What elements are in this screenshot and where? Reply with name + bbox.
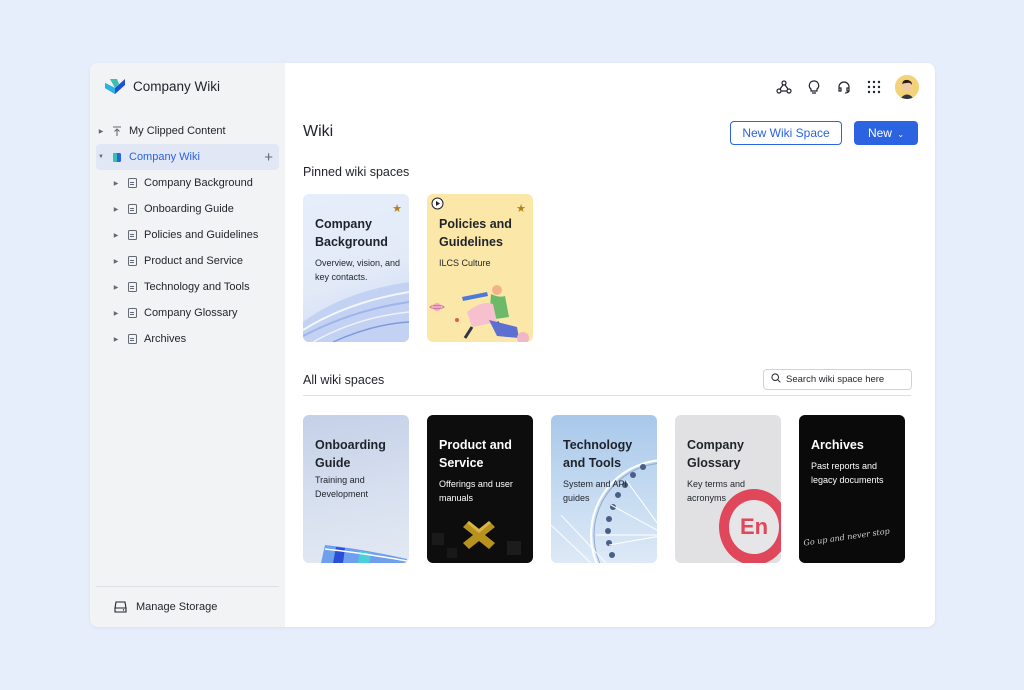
sidebar-item-product-service[interactable]: ▶ Product and Service xyxy=(90,248,285,274)
search-input[interactable] xyxy=(786,374,906,385)
user-avatar[interactable] xyxy=(895,75,919,99)
headset-icon[interactable] xyxy=(835,78,853,96)
sidebar-item-label: Technology and Tools xyxy=(144,281,250,293)
sidebar-item-company-glossary[interactable]: ▶ Company Glossary xyxy=(90,300,285,326)
page-title: Wiki xyxy=(303,123,334,140)
document-icon xyxy=(126,307,138,319)
pinned-section-title: Pinned wiki spaces xyxy=(303,165,410,179)
lightbulb-icon[interactable] xyxy=(805,78,823,96)
sidebar-item-clipped[interactable]: ▶ My Clipped Content xyxy=(90,118,285,144)
manage-storage-label: Manage Storage xyxy=(136,601,218,613)
manage-storage-button[interactable]: Manage Storage xyxy=(96,586,279,627)
caret-right-icon[interactable]: ▶ xyxy=(112,180,120,187)
card-description: ILCS Culture xyxy=(439,258,491,268)
document-icon xyxy=(126,333,138,345)
card-description: Overview, vision, and key contacts. xyxy=(315,258,401,282)
card-description: System and API guides xyxy=(563,479,628,503)
card-title: Technology and Tools xyxy=(563,438,633,470)
explorers-illustration xyxy=(429,285,529,342)
caret-down-icon[interactable]: ▼ xyxy=(97,154,105,160)
sidebar-item-label: My Clipped Content xyxy=(129,125,226,137)
add-page-icon[interactable]: + xyxy=(264,149,273,166)
wiki-space-icon xyxy=(111,151,123,163)
sidebar-item-company-wiki[interactable]: ▼ Company Wiki + xyxy=(96,144,279,170)
sidebar-item-label: Policies and Guidelines xyxy=(144,229,259,241)
chalk-tagline: Go up and never stop xyxy=(802,526,891,548)
compass-icon xyxy=(431,197,444,215)
sidebar-item-label: Onboarding Guide xyxy=(144,203,234,215)
space-card-company-glossary[interactable]: Company Glossary Key terms and acronyms … xyxy=(675,415,781,563)
caret-right-icon[interactable]: ▶ xyxy=(112,206,120,213)
sidebar-item-archives[interactable]: ▶ Archives xyxy=(90,326,285,352)
caret-right-icon[interactable]: ▶ xyxy=(112,336,120,343)
wiki-logo-icon xyxy=(104,76,126,96)
card-description: Training and Development xyxy=(315,475,369,499)
new-button[interactable]: New ⌄ xyxy=(854,121,918,145)
brand[interactable]: Company Wiki xyxy=(90,63,285,109)
caret-right-icon[interactable]: ▶ xyxy=(97,128,105,135)
all-spaces-section-title: All wiki spaces xyxy=(303,373,385,387)
search-wiki-space[interactable] xyxy=(763,369,912,390)
section-divider xyxy=(303,395,911,396)
pin-icon xyxy=(111,125,123,137)
sidebar-item-label: Product and Service xyxy=(144,255,244,267)
pinned-card-company-background[interactable]: ★ Company Background Overview, vision, a… xyxy=(303,194,409,342)
card-title: Product and Service xyxy=(439,438,512,470)
en-badge-text: En xyxy=(739,514,769,539)
card-title: Archives xyxy=(811,438,864,452)
document-icon xyxy=(126,255,138,267)
sidebar-item-label: Company Wiki xyxy=(129,151,200,163)
card-description: Past reports and legacy documents xyxy=(811,461,884,485)
card-description: Offerings and user manuals xyxy=(439,479,513,503)
star-icon[interactable]: ★ xyxy=(516,202,526,215)
caret-right-icon[interactable]: ▶ xyxy=(112,258,120,265)
sidebar-item-label: Company Background xyxy=(144,177,253,189)
glass-tube-illustration xyxy=(321,545,408,563)
apps-grid-icon[interactable] xyxy=(865,78,883,96)
chevron-down-icon: ⌄ xyxy=(897,130,905,139)
caret-right-icon[interactable]: ▶ xyxy=(112,310,120,317)
network-icon[interactable] xyxy=(775,78,793,96)
sidebar-item-company-background[interactable]: ▶ Company Background xyxy=(90,170,285,196)
caret-right-icon[interactable]: ▶ xyxy=(112,232,120,239)
document-icon xyxy=(126,281,138,293)
sidebar: Company Wiki ▶ My Clipped Content ▼ Comp… xyxy=(90,63,285,627)
space-card-onboarding[interactable]: Onboarding Guide Training and Developmen… xyxy=(303,415,409,563)
card-title: Company Glossary xyxy=(687,438,744,470)
document-icon xyxy=(126,177,138,189)
search-icon xyxy=(771,373,781,386)
space-card-product-service[interactable]: Product and Service Offerings and user m… xyxy=(427,415,533,563)
card-title: Onboarding Guide xyxy=(315,438,386,470)
sidebar-tree: ▶ My Clipped Content ▼ Company Wiki + ▶ … xyxy=(90,118,285,352)
app-title: Company Wiki xyxy=(133,78,221,94)
space-card-technology-tools[interactable]: Technology and Tools System and API guid… xyxy=(551,415,657,563)
topbar xyxy=(775,75,919,99)
space-card-archives[interactable]: Archives Past reports and legacy documen… xyxy=(799,415,905,563)
en-speech-badge-icon: En xyxy=(719,489,781,563)
document-icon xyxy=(126,229,138,241)
document-icon xyxy=(126,203,138,215)
app-window: Company Wiki ▶ My Clipped Content ▼ Comp… xyxy=(90,63,935,627)
sidebar-item-label: Archives xyxy=(144,333,187,345)
sidebar-item-technology-tools[interactable]: ▶ Technology and Tools xyxy=(90,274,285,300)
storage-icon xyxy=(114,601,127,613)
new-button-label: New xyxy=(867,126,892,140)
card-title: Company Background xyxy=(315,217,388,249)
card-title: Policies and Guidelines xyxy=(439,217,512,249)
star-icon[interactable]: ★ xyxy=(392,202,402,215)
new-wiki-space-button[interactable]: New Wiki Space xyxy=(730,121,842,145)
sidebar-item-label: Company Glossary xyxy=(144,307,238,319)
caret-right-icon[interactable]: ▶ xyxy=(112,284,120,291)
main-content: Wiki New Wiki Space New ⌄ Pinned wiki sp… xyxy=(285,63,935,627)
sidebar-item-policies[interactable]: ▶ Policies and Guidelines xyxy=(90,222,285,248)
pinned-card-policies[interactable]: ★ Policies and Guidelines ILCS Culture xyxy=(427,194,533,342)
sidebar-item-onboarding-guide[interactable]: ▶ Onboarding Guide xyxy=(90,196,285,222)
